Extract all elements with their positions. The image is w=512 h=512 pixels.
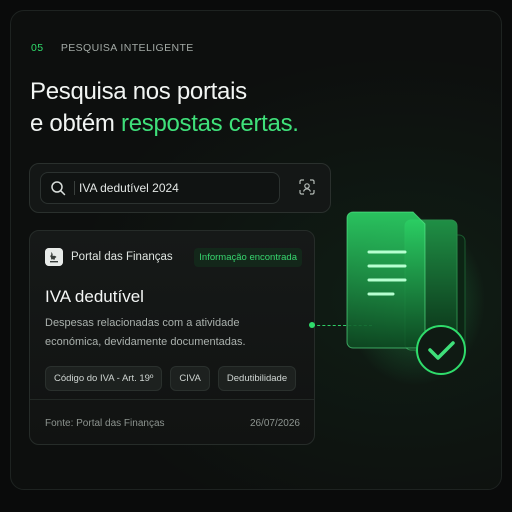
- tag-chip[interactable]: Dedutibilidade: [217, 366, 297, 391]
- card-divider: [30, 399, 314, 400]
- result-source: Fonte: Portal das Finanças: [45, 418, 165, 429]
- headline-line-2-prefix: e obtém: [30, 110, 121, 137]
- section-eyebrow: 05 PESQUISA INTELIGENTE: [31, 42, 194, 54]
- connector-dot: [309, 322, 315, 328]
- headline-line-2: e obtém respostas certas.: [30, 108, 299, 140]
- section-label: PESQUISA INTELIGENTE: [60, 42, 194, 54]
- document-folder-icon: [345, 211, 485, 385]
- search-field[interactable]: [40, 172, 280, 204]
- tag-chip[interactable]: CIVA: [170, 366, 210, 391]
- search-input[interactable]: [79, 173, 269, 203]
- section-number: 05: [31, 42, 44, 54]
- headline-highlight: respostas certas.: [121, 110, 299, 137]
- tag-chip[interactable]: Código do IVA - Art. 19º: [45, 366, 163, 391]
- result-description: Despesas relacionadas com a atividade ec…: [45, 317, 246, 348]
- scan-icon[interactable]: [299, 179, 315, 195]
- result-date: 26/07/2026: [249, 418, 300, 429]
- result-card[interactable]: Portal das Finanças Informação encontrad…: [29, 230, 315, 445]
- search-icon: [51, 181, 66, 196]
- headline: Pesquisa nos portais e obtém respostas c…: [30, 76, 299, 140]
- search-caret: [74, 181, 75, 195]
- headline-line-1: Pesquisa nos portais: [30, 78, 247, 105]
- portal-name: Portal das Finanças: [71, 251, 173, 263]
- search-bar: [29, 163, 331, 213]
- status-badge: Informação encontrada: [194, 248, 302, 267]
- tag-list: Código do IVA - Art. 19º CIVA Dedutibili…: [45, 366, 297, 391]
- result-title: IVA dedutível: [45, 287, 144, 306]
- portal-logo-icon: [45, 248, 63, 266]
